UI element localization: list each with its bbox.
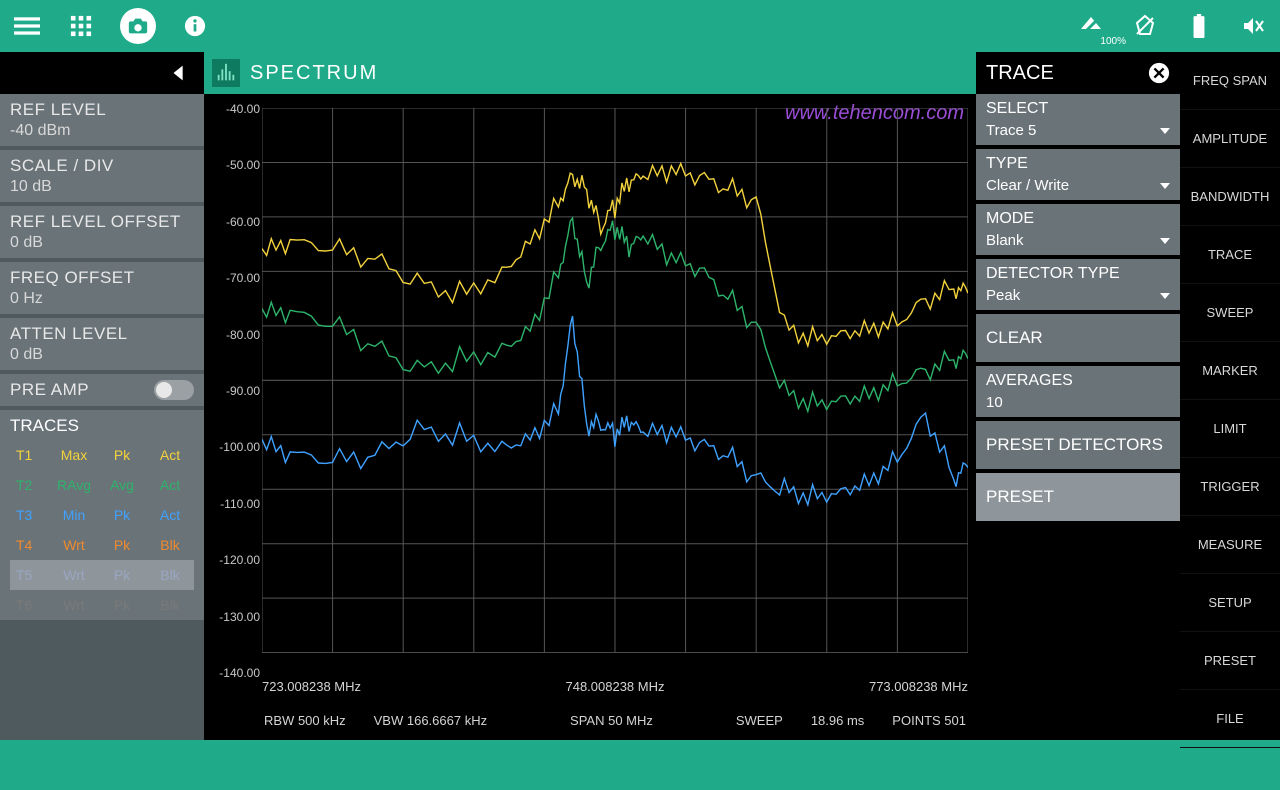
menu-preset[interactable]: PRESET	[1180, 632, 1280, 690]
chevron-down-icon	[1160, 238, 1170, 244]
gps-off-icon[interactable]	[1130, 11, 1160, 41]
trace-select-dropdown[interactable]: SELECT Trace 5	[976, 94, 1180, 145]
volume-off-icon[interactable]	[1238, 11, 1268, 41]
back-button[interactable]	[0, 52, 204, 94]
settings-panel: REF LEVEL -40 dBm SCALE / DIV 10 dB REF …	[0, 52, 204, 740]
trace-type-dropdown[interactable]: TYPE Clear / Write	[976, 149, 1180, 200]
toggle-icon[interactable]	[154, 380, 194, 400]
info-icon[interactable]	[180, 11, 210, 41]
trace-row[interactable]: T6WrtPkBlk	[10, 590, 194, 620]
right-menu: FREQ SPANAMPLITUDEBANDWIDTHTRACESWEEPMAR…	[1180, 52, 1280, 740]
menu-freq-span[interactable]: FREQ SPAN	[1180, 52, 1280, 110]
preset-button[interactable]: PRESET	[976, 473, 1180, 521]
menu-measure[interactable]: MEASURE	[1180, 516, 1280, 574]
trace-row[interactable]: T2RAvgAvgAct	[10, 470, 194, 500]
menu-trigger[interactable]: TRIGGER	[1180, 458, 1280, 516]
spectrum-title: SPECTRUM	[250, 62, 378, 85]
trace-mode-dropdown[interactable]: MODE Blank	[976, 204, 1180, 255]
bottom-bar	[0, 740, 1280, 790]
topbar: 100%	[0, 0, 1280, 52]
menu-bandwidth[interactable]: BANDWIDTH	[1180, 168, 1280, 226]
menu-file[interactable]: FILE	[1180, 690, 1280, 748]
trace-panel-title: TRACE	[986, 62, 1054, 85]
trace-panel: TRACE SELECT Trace 5 TYPE Clear / Write …	[976, 52, 1180, 740]
preamp-toggle[interactable]: PRE AMP	[0, 374, 204, 406]
clear-button[interactable]: CLEAR	[976, 314, 1180, 362]
menu-limit[interactable]: LIMIT	[1180, 400, 1280, 458]
chevron-down-icon	[1160, 183, 1170, 189]
traces-list: TRACES T1MaxPkActT2RAvgAvgActT3MinPkActT…	[0, 410, 204, 620]
y-axis-labels: -40.00-50.00-60.00-70.00-80.00-90.00-100…	[210, 102, 260, 680]
trace-row[interactable]: T4WrtPkBlk	[10, 530, 194, 560]
atten-level-param[interactable]: ATTEN LEVEL 0 dB	[0, 318, 204, 370]
detector-type-dropdown[interactable]: DETECTOR TYPE Peak	[976, 259, 1180, 310]
apps-icon[interactable]	[66, 11, 96, 41]
menu-amplitude[interactable]: AMPLITUDE	[1180, 110, 1280, 168]
spectrum-view: SPECTRUM www.tehencom.com -40.00-50.00-6…	[204, 52, 976, 740]
freq-offset-param[interactable]: FREQ OFFSET 0 Hz	[0, 262, 204, 314]
chevron-down-icon	[1160, 293, 1170, 299]
chevron-down-icon	[1160, 128, 1170, 134]
trace-row[interactable]: T1MaxPkAct	[10, 440, 194, 470]
ref-offset-param[interactable]: REF LEVEL OFFSET 0 dB	[0, 206, 204, 258]
trace-row[interactable]: T3MinPkAct	[10, 500, 194, 530]
preset-detectors-button[interactable]: PRESET DETECTORS	[976, 421, 1180, 469]
averages-field[interactable]: AVERAGES 10	[976, 366, 1180, 417]
sweep-info: RBW 500 kHz VBW 166.6667 kHz SPAN 50 MHz…	[204, 700, 976, 740]
menu-trace[interactable]: TRACE	[1180, 226, 1280, 284]
spectrum-icon	[212, 59, 240, 87]
camera-button[interactable]	[120, 8, 156, 44]
menu-icon[interactable]	[12, 11, 42, 41]
scale-div-param[interactable]: SCALE / DIV 10 dB	[0, 150, 204, 202]
ref-level-param[interactable]: REF LEVEL -40 dBm	[0, 94, 204, 146]
x-axis-labels: 723.008238 MHz 748.008238 MHz 773.008238…	[262, 679, 968, 694]
spectrum-plot[interactable]	[262, 108, 968, 653]
battery-icon	[1184, 11, 1214, 41]
menu-setup[interactable]: SETUP	[1180, 574, 1280, 632]
close-icon[interactable]	[1148, 62, 1170, 84]
trace-row[interactable]: T5WrtPkBlk	[10, 560, 194, 590]
menu-marker[interactable]: MARKER	[1180, 342, 1280, 400]
battery-percent: 100%	[1100, 36, 1126, 47]
menu-sweep[interactable]: SWEEP	[1180, 284, 1280, 342]
